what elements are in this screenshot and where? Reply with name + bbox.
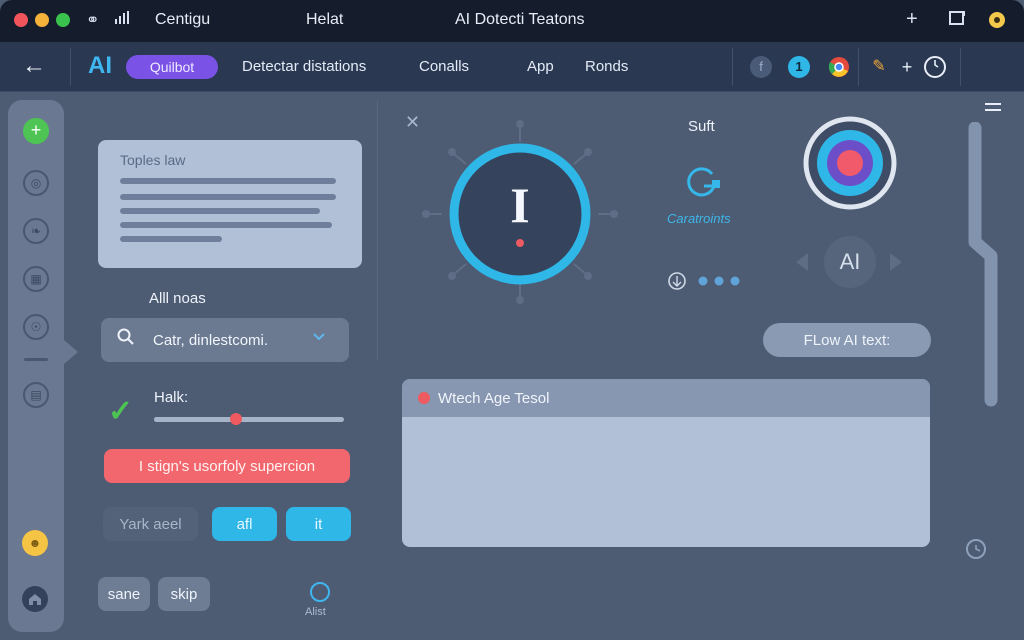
text-line xyxy=(120,194,336,200)
search-icon xyxy=(117,328,135,351)
afl-button[interactable]: afl xyxy=(212,507,277,541)
panel-divider xyxy=(377,100,378,360)
flow-ai-text-button[interactable]: FLow AI text: xyxy=(763,323,931,357)
topics-card: Toples law xyxy=(98,140,362,268)
slider-fill xyxy=(154,417,236,422)
quilbot-badge[interactable]: Quilbot xyxy=(126,55,218,79)
sidebar-divider xyxy=(24,358,48,361)
clock-icon[interactable] xyxy=(924,56,946,78)
chrome-icon[interactable] xyxy=(828,56,850,78)
nav-app[interactable]: App xyxy=(527,58,554,75)
toolbar-divider xyxy=(732,48,733,86)
timer-icon[interactable] xyxy=(966,539,986,559)
toolbar: ← AI Quilbot Detectar distations Conalls… xyxy=(0,42,1024,111)
new-item-icon[interactable]: + xyxy=(23,118,49,144)
target-icon[interactable]: ◎ xyxy=(23,170,49,196)
nav-ronds[interactable]: Ronds xyxy=(585,58,628,75)
it-button[interactable]: it xyxy=(286,507,351,541)
tab-centigu[interactable]: Centigu xyxy=(155,11,210,29)
yark-button[interactable]: Yark aeel xyxy=(103,507,198,541)
chevron-down-icon[interactable] xyxy=(311,328,327,349)
facebook-icon[interactable]: f xyxy=(750,56,772,78)
chart-icon[interactable] xyxy=(114,10,130,31)
all-label: Alll noas xyxy=(149,290,206,307)
alert-label: Alist xyxy=(305,606,326,618)
close-window-button[interactable] xyxy=(14,13,28,27)
next-arrow-icon[interactable] xyxy=(890,253,902,271)
nav-conalls[interactable]: Conalls xyxy=(419,58,469,75)
maximize-window-button[interactable] xyxy=(56,13,70,27)
clipboard-icon[interactable]: ▤ xyxy=(23,382,49,408)
scrollbar[interactable] xyxy=(968,122,998,412)
pager-dots[interactable] xyxy=(667,270,747,292)
card-header: Wtech Age Tesol xyxy=(402,379,930,417)
ai-logo: AI xyxy=(88,52,112,79)
emoji-icon[interactable]: ☻ xyxy=(22,530,48,556)
slider-track[interactable] xyxy=(154,413,344,425)
skip-button[interactable]: skip xyxy=(158,577,210,611)
toolbar-divider xyxy=(70,48,71,86)
slider-knob[interactable] xyxy=(229,413,242,425)
search-input[interactable] xyxy=(153,329,303,351)
card-title: Wtech Age Tesol xyxy=(438,390,550,407)
shield-icon[interactable]: ☉ xyxy=(23,314,49,340)
user-badge-icon[interactable] xyxy=(988,11,1006,34)
slider-label: Halk: xyxy=(154,389,189,406)
caratroints-label: Caratroints xyxy=(667,211,731,226)
menu-icon[interactable] xyxy=(984,100,1002,114)
pencil-icon[interactable]: ✎ xyxy=(868,56,890,78)
suft-label: Suft xyxy=(688,118,715,135)
back-arrow-icon[interactable]: ← xyxy=(22,52,46,80)
add-icon[interactable]: + xyxy=(896,56,918,78)
text-line xyxy=(120,208,320,214)
tab-helat[interactable]: Helat xyxy=(306,11,343,29)
alert-icon[interactable] xyxy=(310,582,330,602)
target-icon[interactable] xyxy=(800,114,900,214)
check-icon: ✓ xyxy=(108,395,134,428)
headset-icon[interactable]: ⚭ xyxy=(86,10,99,30)
text-line xyxy=(120,222,332,228)
minimize-window-button[interactable] xyxy=(35,13,49,27)
plus-icon[interactable]: + xyxy=(906,8,918,31)
window-title: AI Dotecti Teatons xyxy=(455,11,585,28)
notification-icon[interactable]: 1 xyxy=(788,56,810,78)
toolbar-divider xyxy=(858,48,859,86)
text-line xyxy=(120,236,222,242)
ring-letter: I xyxy=(510,177,529,233)
ring-dot xyxy=(516,239,524,247)
suggestion-button[interactable]: I stign's usorfoly supercion xyxy=(104,449,350,483)
save-button[interactable]: sane xyxy=(98,577,150,611)
text-line xyxy=(120,178,336,184)
window-icon[interactable] xyxy=(949,10,967,31)
home-icon[interactable] xyxy=(22,586,48,612)
ai-bubble[interactable]: AI xyxy=(824,236,876,288)
toolbar-divider xyxy=(960,48,961,86)
g-refresh-icon[interactable] xyxy=(684,164,722,209)
ai-detector-ring[interactable]: I xyxy=(410,112,630,312)
title-bar: ⚭ Centigu Helat AI Dotecti Teatons + xyxy=(0,0,1024,42)
search-box[interactable] xyxy=(101,318,349,362)
leaf-icon[interactable]: ❧ xyxy=(23,218,49,244)
record-icon xyxy=(418,392,430,404)
topics-title: Toples law xyxy=(120,152,186,168)
nav-detectar[interactable]: Detectar distations xyxy=(242,58,366,75)
prev-arrow-icon[interactable] xyxy=(796,253,808,271)
sidebar-notch xyxy=(64,340,78,364)
grid-icon[interactable]: ▦ xyxy=(23,266,49,292)
output-card: Wtech Age Tesol xyxy=(402,379,930,547)
